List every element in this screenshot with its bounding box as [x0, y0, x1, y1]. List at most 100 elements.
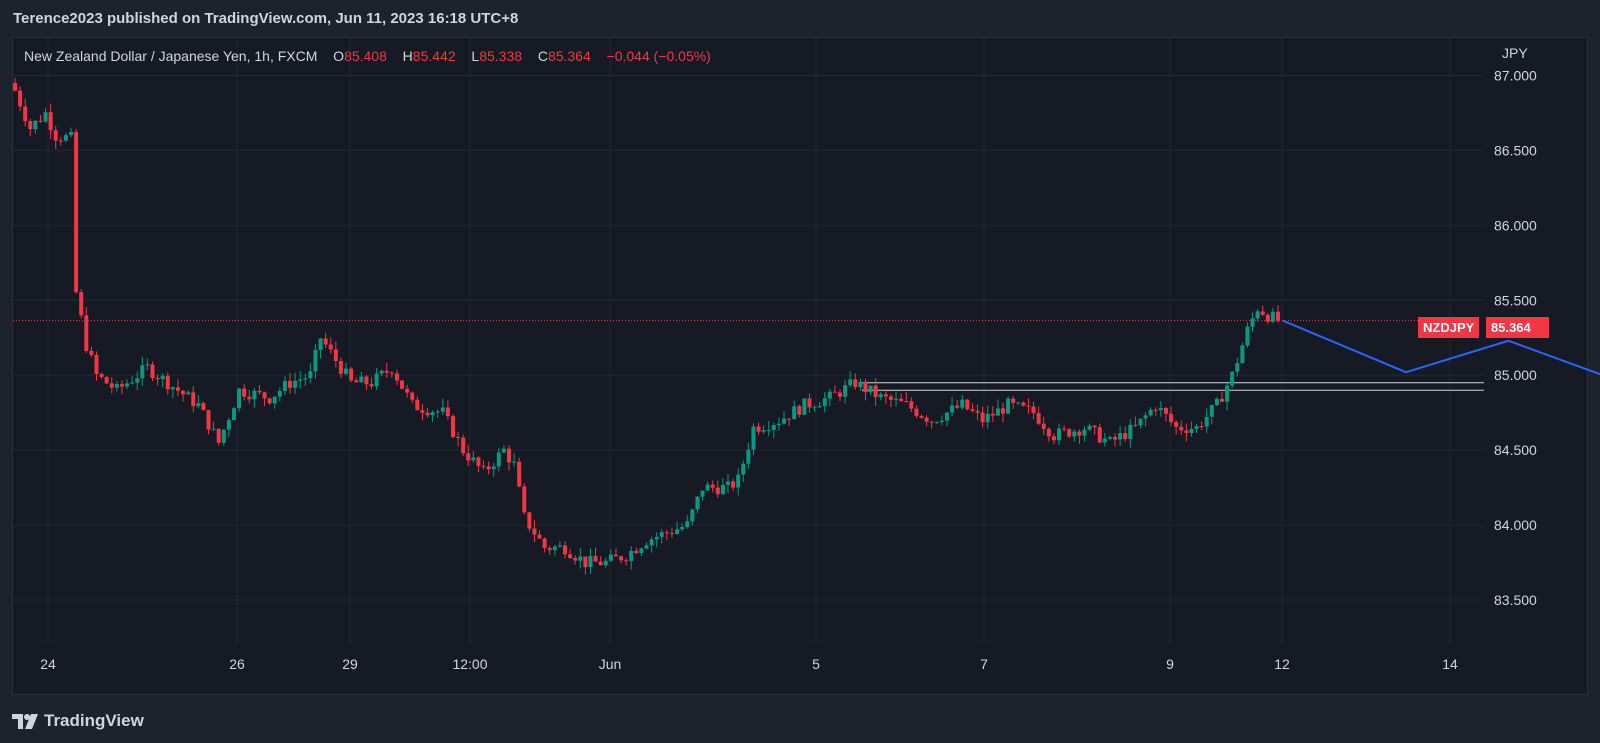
candle-body	[277, 391, 282, 397]
candle-body	[1051, 436, 1056, 441]
candle-body	[649, 539, 654, 546]
candle-body	[145, 364, 150, 366]
candle-body	[827, 391, 832, 399]
candle-body	[883, 394, 888, 397]
candle-body	[1225, 385, 1230, 402]
candle-body	[58, 140, 63, 142]
candle-body	[63, 135, 68, 141]
candle-body	[1123, 433, 1128, 440]
candle-body	[354, 380, 359, 383]
candle-body	[1184, 430, 1189, 434]
ticker-tag: NZDJPY	[1418, 317, 1480, 338]
candlestick-series	[13, 77, 1280, 575]
candle-body	[512, 461, 517, 463]
candle-body	[109, 383, 114, 388]
candle-body	[787, 418, 792, 420]
candle-body	[807, 398, 812, 408]
candle-body	[33, 120, 38, 130]
candle-body	[501, 448, 506, 453]
candle-body	[792, 406, 797, 420]
candle-body	[894, 398, 899, 400]
candle-body	[899, 398, 904, 402]
brand-name: TradingView	[44, 711, 144, 730]
candle-body	[405, 388, 410, 393]
tradingview-branding[interactable]: TradingView	[12, 708, 144, 734]
candle-body	[568, 554, 573, 559]
candle-body	[537, 534, 542, 539]
candle-body	[13, 82, 17, 91]
last-price-label: 85.364	[1491, 320, 1531, 335]
candle-body	[267, 398, 272, 404]
candle-body	[1026, 405, 1031, 407]
candle-body	[1158, 408, 1163, 411]
candle-body	[43, 112, 48, 122]
candle-body	[731, 481, 736, 488]
candle-body	[461, 437, 466, 454]
candle-body	[435, 411, 440, 413]
candle-body	[965, 399, 970, 410]
candle-body	[84, 315, 89, 351]
candle-body	[995, 408, 1000, 416]
x-tick-label: 12:00	[452, 656, 487, 672]
candle-body	[909, 401, 914, 409]
candle-body	[608, 554, 613, 561]
candle-body	[384, 370, 389, 373]
candle-body	[1067, 429, 1072, 437]
candle-body	[725, 481, 730, 485]
candle-body	[1057, 428, 1062, 441]
chart-canvas[interactable]: JPY 87.000 86.500 86.000 85.500 85.000 84.500 8…	[0, 0, 1600, 743]
y-tick-label: 87.000	[1494, 67, 1537, 83]
candle-body	[349, 368, 354, 381]
candle-body	[344, 368, 349, 374]
candle-body	[812, 407, 817, 409]
candle-body	[1255, 311, 1260, 319]
candle-body	[262, 392, 267, 399]
candle-body	[282, 380, 287, 392]
candle-body	[237, 388, 242, 409]
candle-body	[1276, 311, 1280, 321]
candle-body	[119, 384, 124, 387]
candle-body	[690, 509, 695, 522]
candle-body	[1113, 436, 1118, 440]
candle-body	[420, 410, 425, 413]
candle-body	[644, 545, 649, 549]
candle-body	[904, 401, 909, 403]
candle-body	[975, 410, 980, 413]
candle-body	[552, 546, 557, 551]
candle-body	[1092, 425, 1097, 428]
candle-body	[1107, 436, 1112, 439]
candle-body	[389, 372, 394, 374]
candle-body	[578, 556, 583, 561]
x-tick-label: 14	[1442, 656, 1458, 672]
candle-body	[181, 390, 186, 395]
candle-body	[669, 533, 674, 535]
candle-body	[1031, 406, 1036, 414]
candle-body	[1102, 438, 1107, 443]
x-tick-label: 29	[342, 656, 358, 672]
candle-body	[1235, 363, 1240, 372]
candle-body	[710, 484, 715, 488]
candle-body	[298, 379, 303, 381]
candle-body	[624, 560, 629, 562]
candle-body	[1077, 431, 1082, 436]
candle-body	[104, 376, 109, 384]
tradingview-logo-icon	[12, 713, 38, 729]
candle-body	[369, 384, 374, 387]
symbol-legend[interactable]: New Zealand Dollar / Japanese Yen, 1h, F…	[24, 48, 711, 64]
open-label: O	[333, 48, 345, 64]
candle-body	[776, 423, 781, 426]
candle-body	[1189, 428, 1194, 434]
candle-body	[89, 350, 94, 356]
candle-body	[328, 344, 333, 350]
candle-body	[506, 448, 511, 463]
candle-body	[216, 428, 221, 443]
candle-body	[960, 399, 965, 408]
candle-body	[929, 421, 934, 423]
candle-body	[685, 521, 690, 528]
candle-body	[944, 412, 949, 421]
y-tick-label: 86.500	[1494, 142, 1537, 158]
support-zone	[862, 382, 1484, 391]
candle-body	[28, 121, 33, 130]
candle-body	[94, 355, 99, 374]
candle-body	[186, 392, 191, 395]
